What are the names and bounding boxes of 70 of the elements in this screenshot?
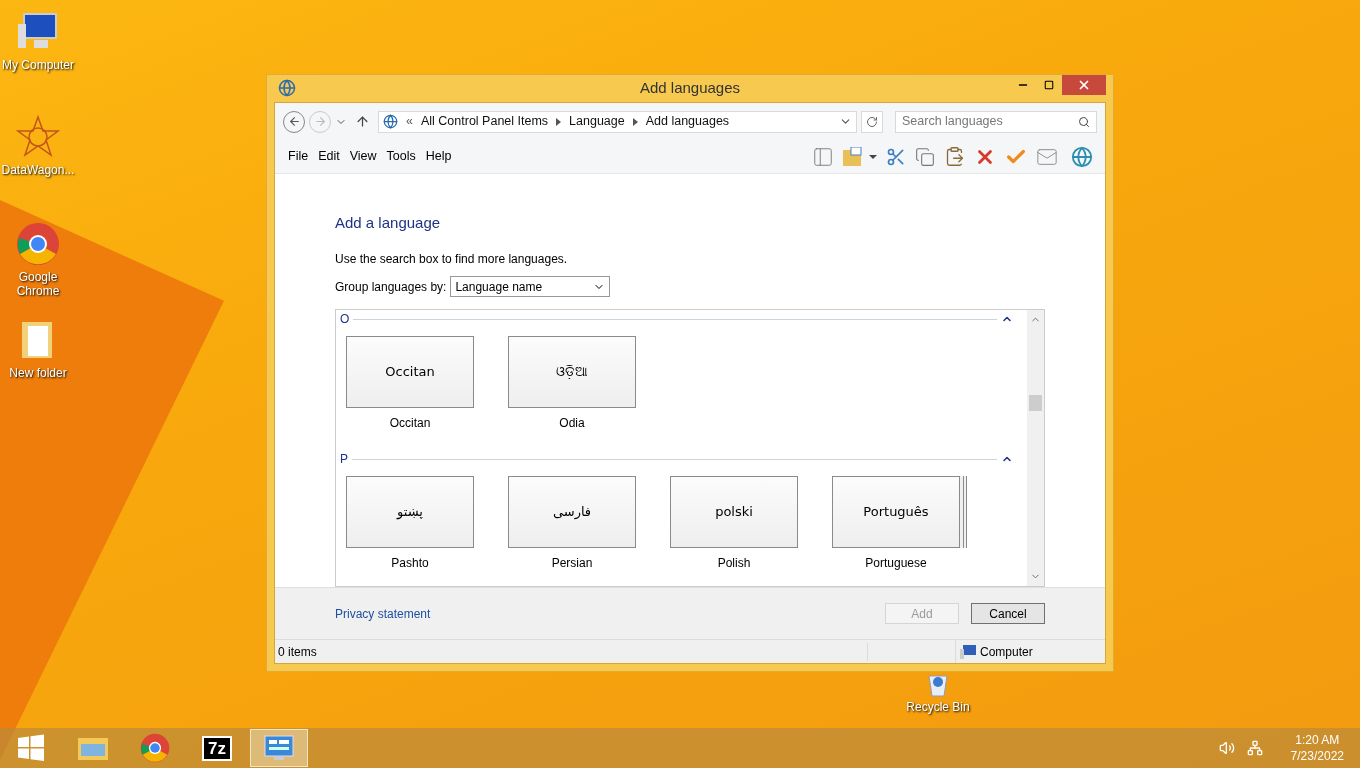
menu-item[interactable]: File (283, 147, 314, 166)
hint-text: Use the search box to find more languages. (335, 251, 569, 268)
native-name: پښتو (397, 503, 423, 522)
cut-icon[interactable] (886, 146, 906, 167)
group-by-dropdown[interactable]: Language name (450, 276, 611, 297)
copy-icon[interactable] (915, 146, 935, 167)
scroll-thumb[interactable] (1029, 395, 1042, 411)
menu-item[interactable]: Edit (313, 147, 345, 166)
language-tile[interactable]: Occitan (346, 336, 474, 408)
menu-item[interactable]: View (344, 147, 382, 166)
language-name: Polish (717, 555, 751, 572)
control-panel-icon (263, 734, 295, 762)
globe-icon[interactable] (1071, 145, 1093, 168)
back-arrow-icon (287, 115, 301, 128)
breadcrumb-overflow[interactable]: « (406, 112, 413, 131)
search-box[interactable]: Search languages (895, 110, 1097, 133)
language-tile[interactable]: polski (670, 476, 798, 548)
group-by-label: Group languages by: (335, 278, 447, 296)
menu-item[interactable]: Tools (381, 147, 421, 166)
item-count: 0 items (275, 642, 868, 661)
language-name: Odia (559, 415, 585, 432)
language-name: Persian (551, 555, 593, 572)
language-tile[interactable]: ଓଡ଼ିଆ (508, 336, 636, 408)
network-icon[interactable] (1246, 740, 1263, 756)
status-location: Computer (980, 643, 1033, 661)
breadcrumb-separator-icon (556, 117, 562, 126)
taskbar-button[interactable] (250, 729, 308, 767)
window-title: Add languages (639, 78, 741, 98)
dialog-button[interactable]: Cancel (971, 603, 1045, 624)
computer-icon (960, 644, 976, 659)
close-icon (1077, 78, 1091, 92)
breadcrumb-item[interactable]: All Control Panel Items (420, 112, 549, 131)
breadcrumb-item[interactable]: Language (569, 112, 625, 131)
search-field[interactable]: Search languages (902, 112, 1078, 131)
refresh-button[interactable] (861, 110, 883, 133)
privacy-link[interactable]: Privacy statement (335, 604, 431, 623)
windows-logo-icon (17, 734, 45, 762)
language-tile[interactable]: فارسی (508, 476, 636, 548)
folder-options-icon[interactable] (843, 146, 877, 167)
maximize-icon (1044, 80, 1054, 90)
language-tile[interactable]: پښتو (346, 476, 474, 548)
menu-item[interactable]: Help (420, 147, 457, 166)
native-name: ଓଡ଼ିଆ (556, 363, 588, 382)
native-name: polski (715, 503, 753, 522)
language-name: Portuguese (865, 555, 927, 572)
archive-logo: 7z (202, 735, 232, 761)
chrome-icon (140, 733, 170, 763)
breadcrumb-item[interactable]: Add languages (645, 112, 730, 131)
refresh-icon (866, 115, 878, 128)
language-name: Occitan (389, 415, 431, 432)
taskbar-button[interactable]: 7z (188, 729, 246, 767)
language-name: Pashto (391, 555, 429, 572)
window-app-icon (278, 79, 296, 98)
native-name: فارسی (552, 503, 592, 522)
search-icon (1078, 115, 1090, 128)
group-letter: O (340, 311, 350, 328)
star-emblem-icon (16, 115, 60, 159)
native-name: Occitan (385, 363, 435, 382)
address-bar[interactable]: « All Control Panel Items Language Add languages (378, 110, 857, 133)
native-name: Português (863, 503, 929, 522)
up-icon[interactable] (355, 114, 370, 129)
scrollbar[interactable] (1027, 310, 1044, 586)
page-heading: Add a language (335, 212, 442, 233)
chrome-icon (16, 222, 60, 266)
layout-pane-icon[interactable] (812, 145, 834, 168)
breadcrumb-separator-icon (632, 117, 638, 126)
paste-icon[interactable] (944, 146, 965, 167)
control-panel-icon (383, 114, 398, 129)
forward-arrow-icon (313, 115, 327, 128)
group-letter: P (340, 451, 348, 468)
